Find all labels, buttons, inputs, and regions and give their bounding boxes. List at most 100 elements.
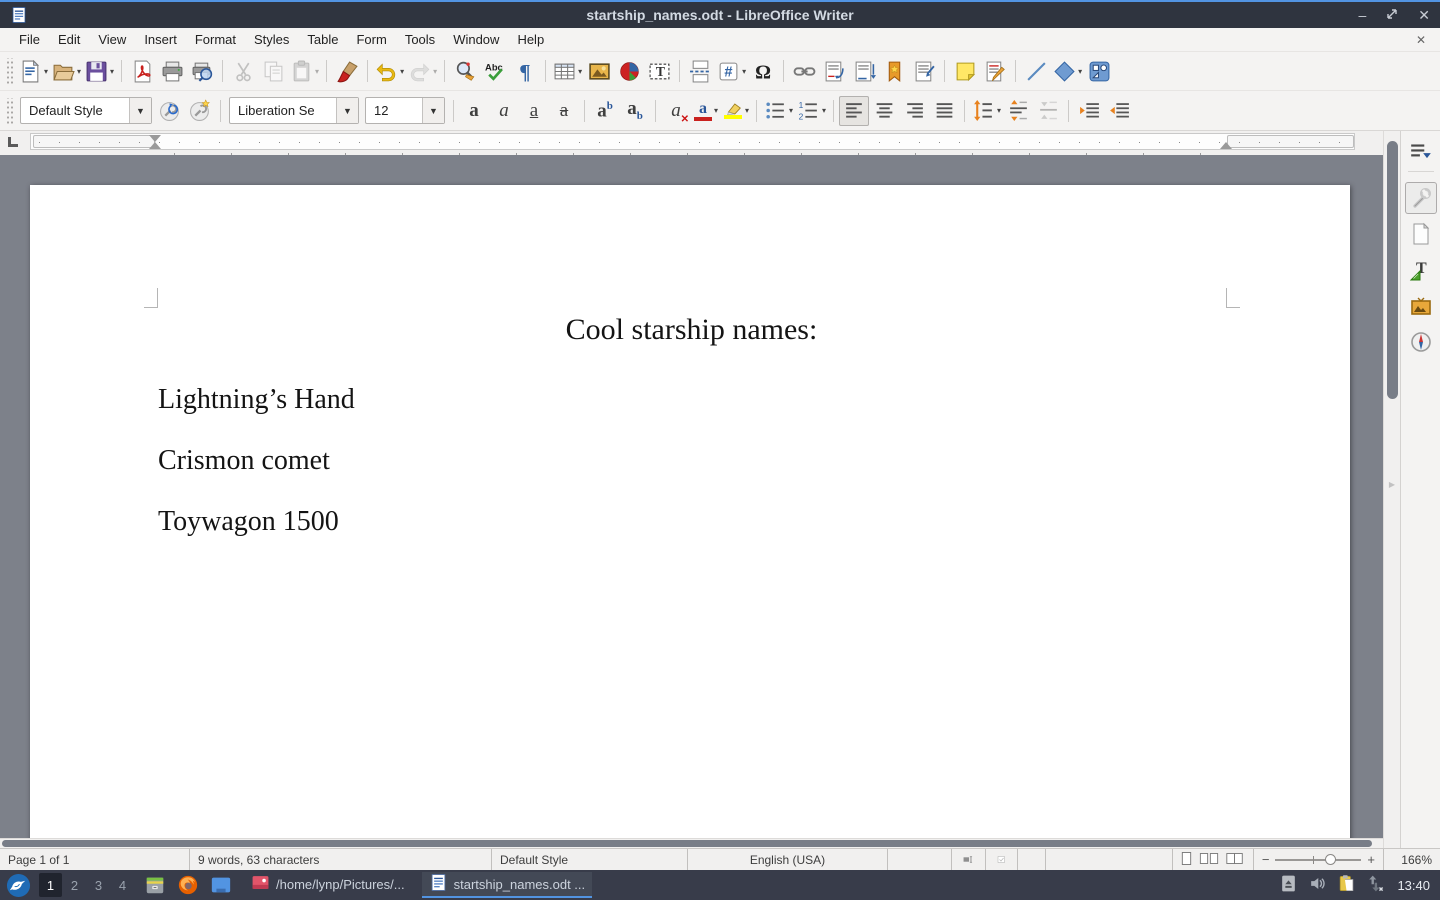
menu-form[interactable]: Form	[347, 30, 395, 49]
show-draw-functions-button[interactable]	[1084, 56, 1114, 86]
menu-table[interactable]: Table	[298, 30, 347, 49]
toolbar-grip[interactable]	[5, 58, 14, 84]
zoom-in-button[interactable]: +	[1367, 852, 1375, 867]
paragraph-style-combo[interactable]: Default Style ▼	[20, 97, 152, 124]
status-word-count[interactable]: 9 words, 63 characters	[190, 849, 492, 870]
sidebar-deck-gallery[interactable]	[1405, 290, 1437, 322]
workspace-4[interactable]: 4	[111, 873, 134, 897]
font-name-combo[interactable]: Liberation Se ▼	[229, 97, 359, 124]
taskbar-window-button[interactable]: startship_names.odt ...	[422, 872, 593, 898]
restore-button[interactable]	[1386, 8, 1398, 22]
track-changes-button[interactable]	[980, 56, 1010, 86]
font-color-button[interactable]: a▾	[691, 96, 721, 126]
sidebar-deck-navigator[interactable]	[1405, 326, 1437, 358]
document-heading[interactable]: Cool starship names:	[158, 313, 1225, 347]
save-button[interactable]: ▾	[83, 56, 116, 86]
menu-insert[interactable]: Insert	[135, 30, 186, 49]
basic-shapes-button[interactable]: ▾	[1051, 56, 1084, 86]
toolbar-grip[interactable]	[5, 98, 14, 124]
taskbar-window-button[interactable]: /home/lynp/Pictures/...	[244, 872, 412, 898]
menu-tools[interactable]: Tools	[396, 30, 444, 49]
dropdown-arrow[interactable]: ▾	[714, 106, 718, 115]
line-spacing-button[interactable]: ▾	[970, 96, 1003, 126]
document-page[interactable]: Cool starship names: Lightning’s Hand Cri…	[30, 185, 1350, 838]
bold-button[interactable]: a	[459, 96, 489, 126]
document-close-icon[interactable]: ✕	[1416, 33, 1426, 47]
font-size-combo[interactable]: 12 ▼	[365, 97, 445, 124]
superscript-button[interactable]: ab	[590, 96, 620, 126]
font-name-value[interactable]: Liberation Se	[230, 103, 336, 118]
insert-hyperlink-button[interactable]	[789, 56, 819, 86]
update-style-button[interactable]	[155, 96, 185, 126]
insert-table-button[interactable]: ▾	[551, 56, 584, 86]
font-size-dropdown[interactable]: ▼	[422, 98, 444, 123]
workspace-1[interactable]: 1	[39, 873, 62, 897]
tab-stop-selector[interactable]	[8, 137, 18, 147]
clipboard-manager-icon[interactable]	[1337, 874, 1356, 896]
insert-chart-button[interactable]	[614, 56, 644, 86]
dropdown-arrow[interactable]: ▾	[745, 106, 749, 115]
sidebar-settings[interactable]	[1405, 139, 1437, 163]
dropdown-arrow[interactable]: ▾	[1078, 67, 1082, 76]
dropdown-arrow[interactable]: ▾	[742, 67, 746, 76]
zoom-slider-handle[interactable]	[1325, 854, 1336, 865]
cut-button[interactable]	[228, 56, 258, 86]
insert-bookmark-button[interactable]	[879, 56, 909, 86]
sidebar-deck-styles[interactable]: T	[1405, 254, 1437, 286]
zoom-slider-track[interactable]	[1275, 859, 1361, 861]
italic-button[interactable]: a	[489, 96, 519, 126]
insert-comment-button[interactable]	[950, 56, 980, 86]
close-button[interactable]: ✕	[1418, 8, 1430, 22]
dropdown-arrow[interactable]: ▾	[110, 67, 114, 76]
paste-button[interactable]: ▾	[288, 56, 321, 86]
dropdown-arrow[interactable]: ▾	[400, 67, 404, 76]
dropdown-arrow[interactable]: ▾	[822, 106, 826, 115]
sidebar-deck-page[interactable]	[1405, 218, 1437, 250]
zoom-out-button[interactable]: −	[1262, 852, 1270, 867]
copy-button[interactable]	[258, 56, 288, 86]
align-right-button[interactable]	[899, 96, 929, 126]
titlebar[interactable]: startship_names.odt - LibreOffice Writer…	[0, 0, 1440, 28]
workspace-3[interactable]: 3	[87, 873, 110, 897]
first-line-indent-marker[interactable]	[149, 135, 161, 142]
sidebar-collapse-handle[interactable]: ▶	[1384, 469, 1400, 499]
selection-mode-icon[interactable]	[986, 849, 1018, 870]
status-language[interactable]: English (USA)	[688, 849, 888, 870]
decrease-paragraph-spacing-button[interactable]	[1033, 96, 1063, 126]
document-paragraph[interactable]: Crismon comet	[158, 444, 1225, 478]
justify-button[interactable]	[929, 96, 959, 126]
undo-button[interactable]: ▾	[373, 56, 406, 86]
menu-help[interactable]: Help	[508, 30, 553, 49]
vertical-scrollbar[interactable]: ▶	[1383, 131, 1400, 848]
document-area[interactable]: Cool starship names: Lightning’s Hand Cri…	[0, 155, 1383, 838]
new-style-button[interactable]	[185, 96, 215, 126]
menu-window[interactable]: Window	[444, 30, 508, 49]
export-pdf-button[interactable]	[127, 56, 157, 86]
document-paragraph[interactable]: Lightning’s Hand	[158, 383, 1225, 417]
horizontal-scrollbar-thumb[interactable]	[2, 840, 1372, 847]
print-button[interactable]	[157, 56, 187, 86]
new-document-button[interactable]: ▾	[17, 56, 50, 86]
clock[interactable]: 13:40	[1397, 878, 1430, 893]
horizontal-scrollbar[interactable]	[0, 838, 1383, 848]
insert-text-box-button[interactable]: T	[644, 56, 674, 86]
font-name-dropdown[interactable]: ▼	[336, 98, 358, 123]
underline-button[interactable]: a	[519, 96, 549, 126]
menu-edit[interactable]: Edit	[49, 30, 89, 49]
clear-formatting-button[interactable]: a✕	[661, 96, 691, 126]
insert-line-button[interactable]	[1021, 56, 1051, 86]
insert-special-character-button[interactable]: Ω	[748, 56, 778, 86]
horizontal-ruler[interactable]	[30, 133, 1355, 150]
subscript-button[interactable]: ab	[620, 96, 650, 126]
font-size-value[interactable]: 12	[366, 103, 422, 118]
ordered-list-button[interactable]: 12▾	[795, 96, 828, 126]
decrease-indent-button[interactable]	[1104, 96, 1134, 126]
status-page-style[interactable]: Default Style	[492, 849, 688, 870]
find-replace-button[interactable]	[450, 56, 480, 86]
print-preview-button[interactable]	[187, 56, 217, 86]
strikethrough-button[interactable]: a	[549, 96, 579, 126]
zoom-level[interactable]: 166%	[1384, 849, 1440, 870]
redo-button[interactable]: ▾	[406, 56, 439, 86]
right-indent-marker[interactable]	[1220, 142, 1232, 149]
status-page-count[interactable]: Page 1 of 1	[0, 849, 190, 870]
